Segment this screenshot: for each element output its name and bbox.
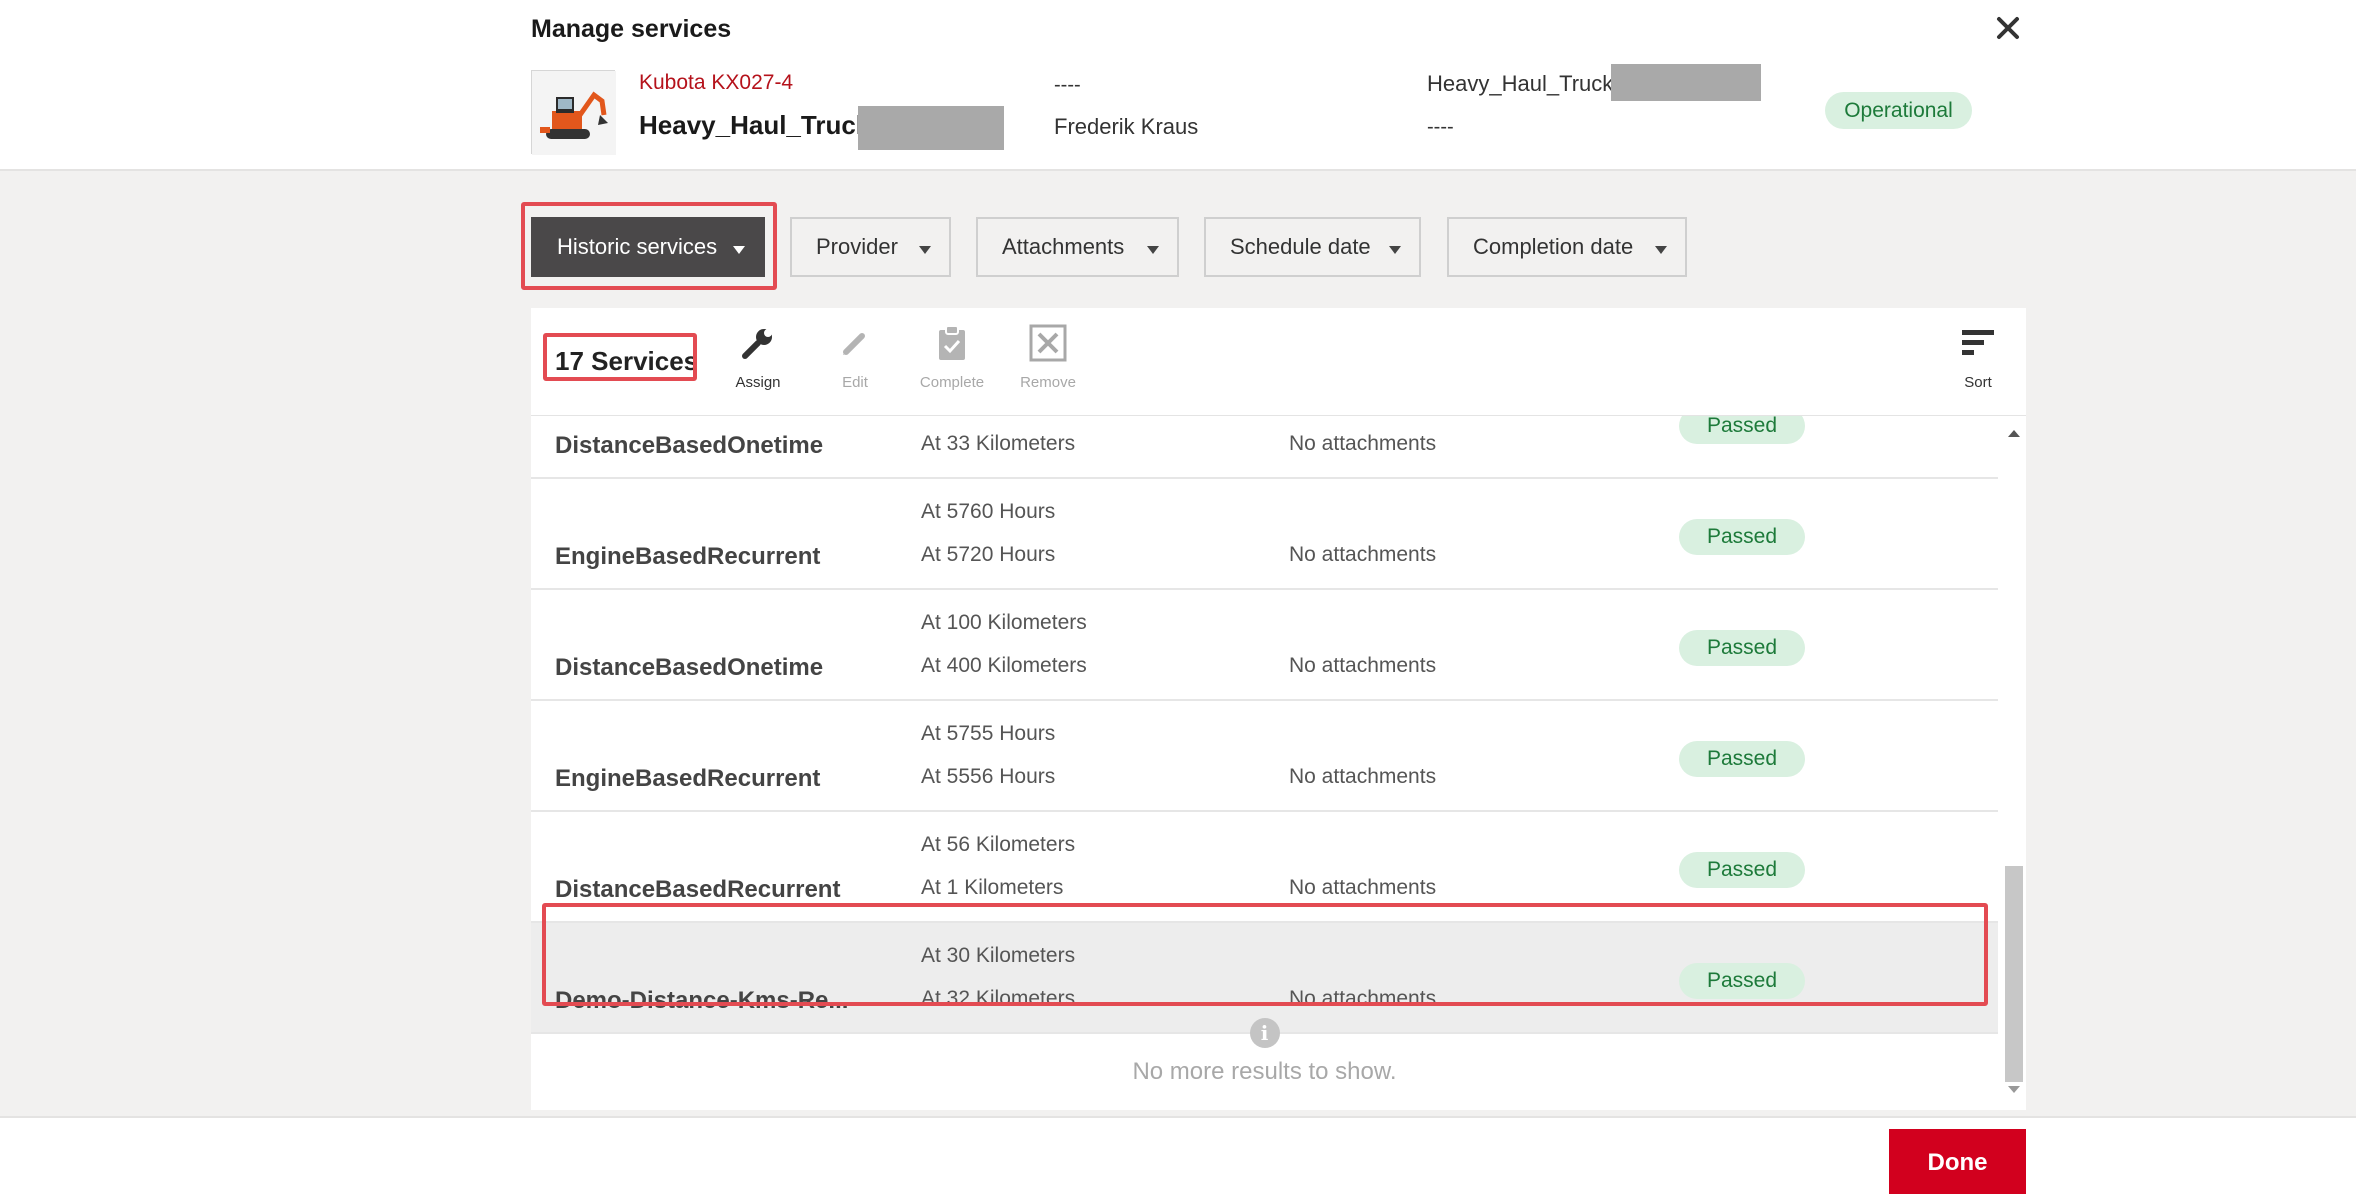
scroll-up-icon[interactable] bbox=[2008, 430, 2020, 437]
services-list: DistanceBasedOnetime At 33 Kilometers No… bbox=[531, 416, 1998, 1058]
service-row[interactable]: DistanceBasedOnetime At 33 Kilometers No… bbox=[531, 416, 1998, 479]
filter-schedule-date[interactable]: Schedule date bbox=[1204, 217, 1421, 277]
filter-label: Provider bbox=[816, 234, 898, 259]
wrench-icon bbox=[713, 322, 803, 364]
complete-button[interactable]: Complete bbox=[907, 322, 997, 391]
service-status-badge: Passed bbox=[1679, 519, 1805, 555]
edit-label: Edit bbox=[842, 374, 868, 391]
scroll-down-icon[interactable] bbox=[2008, 1086, 2020, 1093]
service-row[interactable]: DistanceBasedRecurrent At 56 Kilometers … bbox=[531, 812, 1998, 923]
service-attachments: No attachments bbox=[1289, 765, 1437, 788]
services-panel: 17 Services Assign Edit Complete Remove bbox=[531, 308, 2026, 1110]
service-name: DistanceBasedOnetime bbox=[555, 432, 824, 459]
caret-down-icon bbox=[919, 246, 931, 254]
redacted-block bbox=[1611, 64, 1761, 101]
service-completed: At 5720 Hours bbox=[921, 543, 1056, 566]
asset-operator: Frederik Kraus bbox=[1054, 114, 1199, 139]
filter-label: Historic services bbox=[557, 234, 718, 259]
edit-button[interactable]: Edit bbox=[810, 322, 900, 391]
service-completed: At 1 Kilometers bbox=[921, 876, 1064, 899]
filter-attachments[interactable]: Attachments bbox=[976, 217, 1179, 277]
excavator-thumbnail bbox=[531, 70, 616, 155]
service-scheduled: At 5755 Hours bbox=[921, 722, 1056, 745]
filter-label: Completion date bbox=[1473, 234, 1634, 259]
info-icon: i bbox=[1249, 1018, 1280, 1048]
no-more-results: i No more results to show. bbox=[531, 1018, 1998, 1110]
services-toolbar: 17 Services Assign Edit Complete Remove bbox=[531, 308, 2026, 416]
dialog-header: Manage services Kubota KX027-4 Heavy_Hau… bbox=[0, 0, 2356, 171]
no-more-results-text: No more results to show. bbox=[1132, 1058, 1397, 1085]
service-completed: At 400 Kilometers bbox=[921, 654, 1087, 677]
asset-name: Heavy_Haul_Truck bbox=[639, 110, 871, 140]
asset-model[interactable]: Kubota KX027-4 bbox=[639, 71, 793, 95]
caret-down-icon bbox=[733, 246, 745, 254]
service-name: EngineBasedRecurrent bbox=[555, 765, 821, 792]
service-scheduled: At 56 Kilometers bbox=[921, 833, 1076, 856]
service-completed: At 5556 Hours bbox=[921, 765, 1056, 788]
service-name: Demo-Distance-Kms-Re... bbox=[555, 987, 849, 1014]
sort-label: Sort bbox=[1964, 374, 1992, 391]
service-attachments: No attachments bbox=[1289, 432, 1437, 455]
caret-down-icon bbox=[1655, 246, 1667, 254]
service-name: EngineBasedRecurrent bbox=[555, 543, 821, 570]
filter-historic-services[interactable]: Historic services bbox=[531, 217, 765, 277]
service-scheduled: At 30 Kilometers bbox=[921, 944, 1076, 967]
assign-label: Assign bbox=[735, 374, 781, 391]
complete-label: Complete bbox=[919, 374, 985, 391]
service-row[interactable]: EngineBasedRecurrent At 5760 Hours At 57… bbox=[531, 479, 1998, 590]
dialog-footer: Done bbox=[0, 1116, 2356, 1194]
service-completed: At 32 Kilometers bbox=[921, 987, 1076, 1010]
asset-field-b: ---- bbox=[1427, 116, 1454, 138]
service-name: DistanceBasedRecurrent bbox=[555, 876, 841, 903]
list-scrollbar[interactable] bbox=[2001, 416, 2026, 1110]
service-scheduled: At 100 Kilometers bbox=[921, 611, 1087, 634]
done-button[interactable]: Done bbox=[1889, 1129, 2026, 1194]
asset-field-a: ---- bbox=[1054, 74, 1081, 96]
service-row[interactable]: EngineBasedRecurrent At 5755 Hours At 55… bbox=[531, 701, 1998, 812]
service-status-badge: Passed bbox=[1679, 963, 1805, 999]
remove-button[interactable]: Remove bbox=[1003, 322, 1093, 391]
service-row[interactable]: DistanceBasedOnetime At 100 Kilometers A… bbox=[531, 590, 1998, 701]
service-status-badge: Passed bbox=[1679, 741, 1805, 777]
sort-button[interactable]: Sort bbox=[1933, 322, 2023, 391]
service-status-badge: Passed bbox=[1679, 852, 1805, 888]
service-status-badge: Passed bbox=[1679, 630, 1805, 666]
services-count: 17 Services bbox=[555, 346, 699, 376]
dialog-title: Manage services bbox=[531, 15, 732, 43]
caret-down-icon bbox=[1147, 246, 1159, 254]
caret-down-icon bbox=[1389, 246, 1401, 254]
pencil-icon bbox=[810, 322, 900, 364]
close-icon[interactable] bbox=[1990, 10, 2026, 46]
asset-group: Heavy_Haul_Truck bbox=[1427, 71, 1614, 96]
service-attachments: No attachments bbox=[1289, 654, 1437, 677]
service-attachments: No attachments bbox=[1289, 543, 1437, 566]
service-status-badge: Passed bbox=[1679, 416, 1805, 444]
sort-icon bbox=[1933, 322, 2023, 364]
asset-status-badge: Operational bbox=[1825, 92, 1972, 129]
remove-x-box-icon bbox=[1003, 322, 1093, 364]
service-name: DistanceBasedOnetime bbox=[555, 654, 824, 681]
filter-label: Attachments bbox=[1002, 234, 1125, 259]
service-completed: At 33 Kilometers bbox=[921, 432, 1076, 455]
assign-button[interactable]: Assign bbox=[713, 322, 803, 391]
service-scheduled: At 5760 Hours bbox=[921, 500, 1056, 523]
filter-provider[interactable]: Provider bbox=[790, 217, 951, 277]
clipboard-check-icon bbox=[907, 322, 997, 364]
scrollbar-thumb[interactable] bbox=[2005, 866, 2023, 1082]
service-attachments: No attachments bbox=[1289, 987, 1437, 1010]
redacted-block bbox=[858, 106, 1004, 150]
service-attachments: No attachments bbox=[1289, 876, 1437, 899]
filter-completion-date[interactable]: Completion date bbox=[1447, 217, 1687, 277]
remove-label: Remove bbox=[1020, 374, 1076, 391]
filter-label: Schedule date bbox=[1230, 234, 1371, 259]
